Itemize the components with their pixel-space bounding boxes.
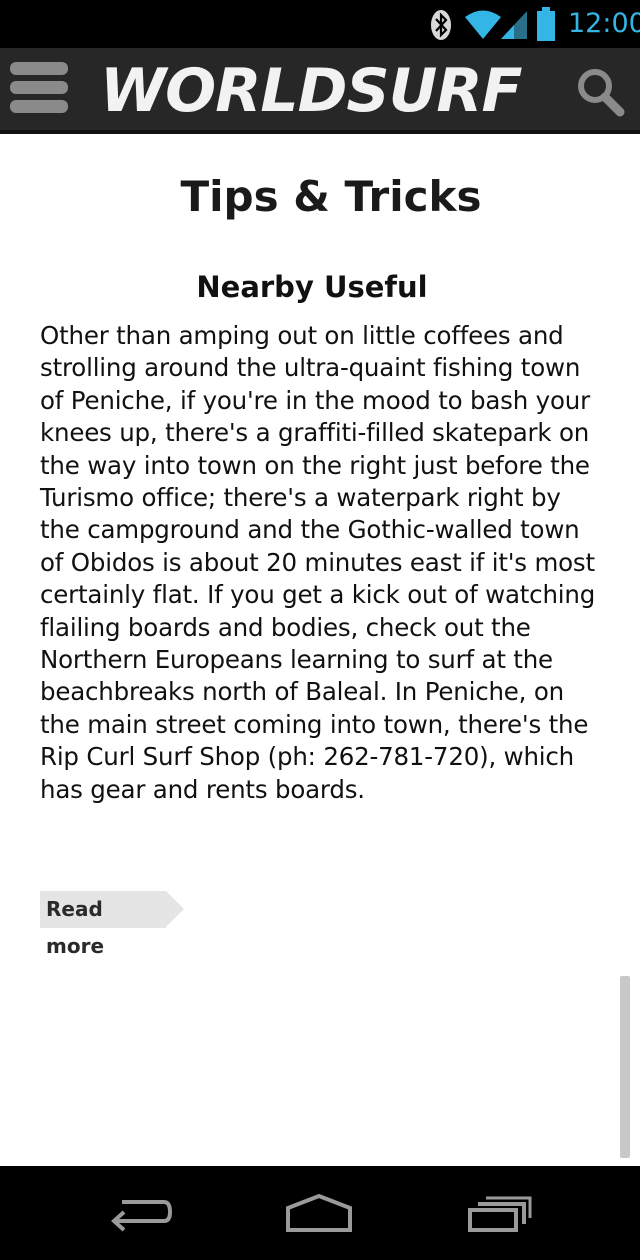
clock: 12:00 <box>568 8 640 39</box>
read-more-button[interactable]: Read more <box>40 891 184 958</box>
app-header: WORLDSURF <box>0 48 640 134</box>
back-icon[interactable] <box>106 1188 176 1238</box>
search-icon[interactable] <box>574 66 626 118</box>
bluetooth-icon <box>431 10 451 40</box>
status-bar: 12:00 <box>0 0 640 48</box>
scrollbar[interactable] <box>620 976 630 1158</box>
wifi-icon <box>465 10 501 39</box>
menu-icon[interactable] <box>10 62 68 118</box>
page-title: Tips & Tricks <box>180 172 482 221</box>
logo-text: WORLDSURF <box>100 56 523 126</box>
battery-icon <box>537 7 555 41</box>
article-body: Other than amping out on little coffees … <box>40 321 596 804</box>
section-title: Nearby Useful <box>196 270 428 304</box>
signal-icon <box>501 11 527 39</box>
navigation-bar <box>0 1166 640 1260</box>
recent-apps-icon[interactable] <box>464 1188 534 1238</box>
home-icon[interactable] <box>284 1188 354 1238</box>
logo[interactable]: WORLDSURF <box>100 54 540 128</box>
